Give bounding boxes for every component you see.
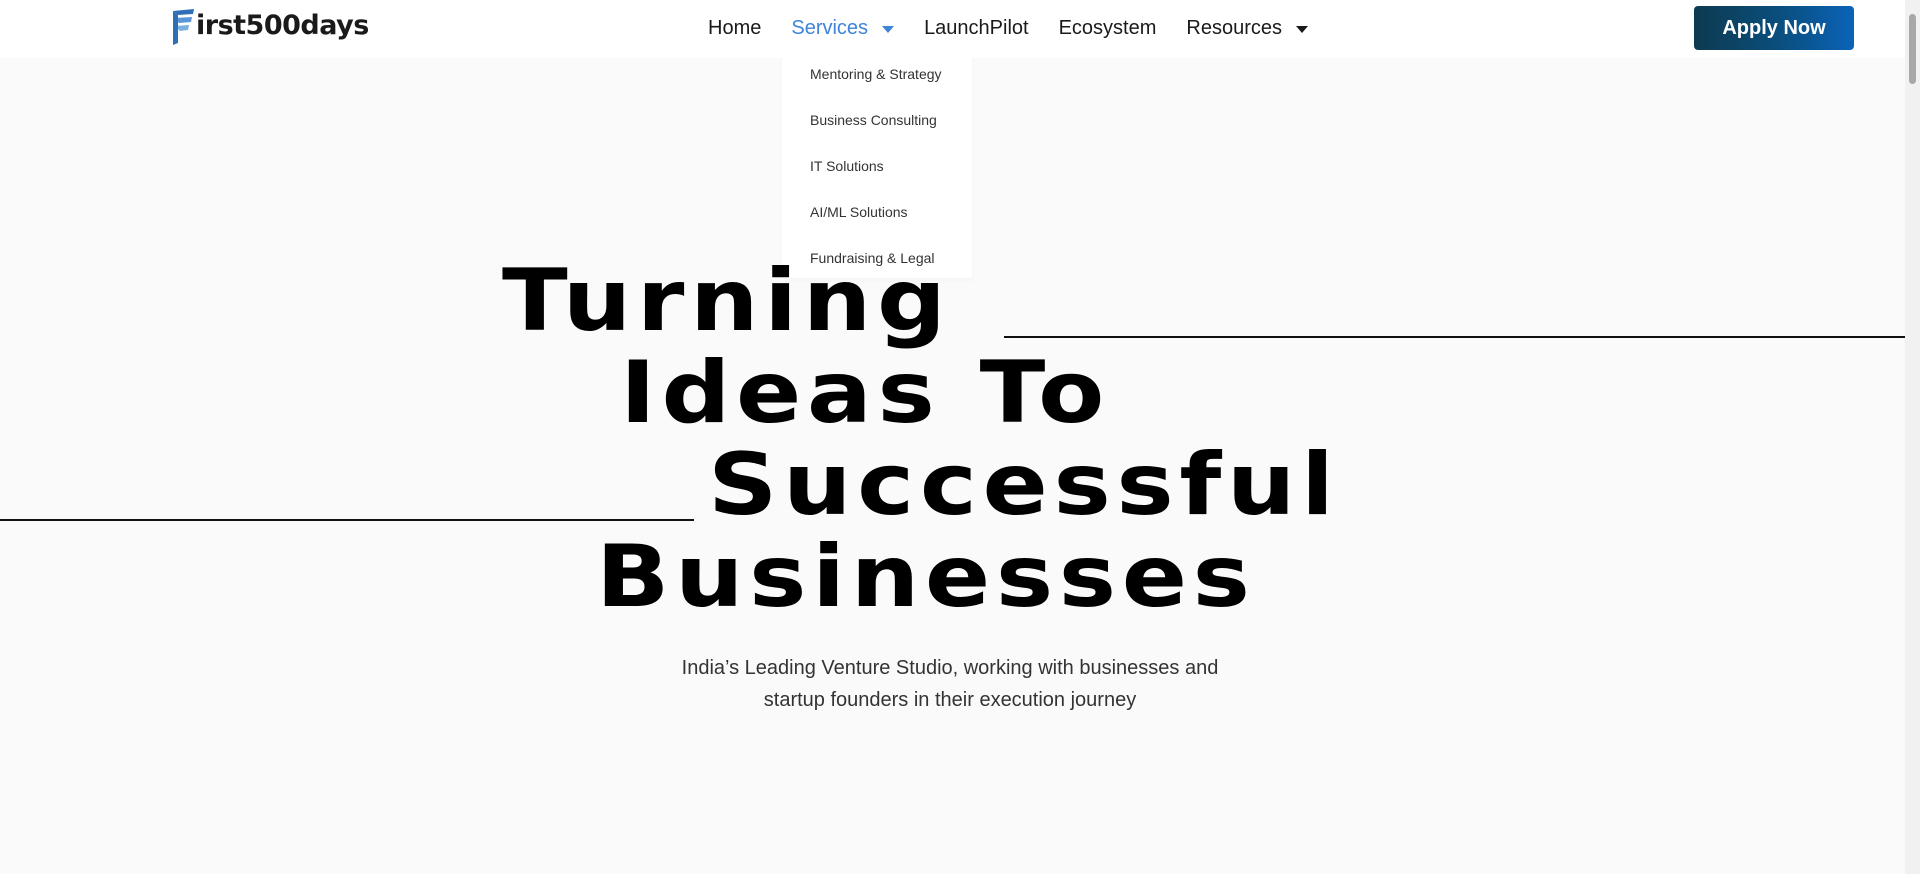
page-scrollbar[interactable] — [1905, 0, 1920, 874]
hero-subtitle-line-2: startup founders in their execution jour… — [763, 689, 1137, 711]
hero-heading-line-1: Turning — [502, 251, 952, 351]
site-header: irst500days Home Services LaunchPilot Ec… — [0, 0, 1905, 58]
nav-launchpilot-label: LaunchPilot — [924, 16, 1029, 39]
chevron-down-icon — [882, 25, 895, 33]
chevron-down-icon — [1296, 25, 1309, 33]
main-nav: Home Services LaunchPilot Ecosystem Reso… — [708, 0, 1309, 56]
nav-home-label: Home — [708, 16, 762, 39]
hero-heading-line-2: Ideas To — [620, 343, 1110, 443]
nav-resources[interactable]: Resources — [1186, 16, 1309, 40]
scrollbar-thumb[interactable] — [1909, 14, 1916, 84]
dropdown-item-it-solutions[interactable]: IT Solutions — [810, 158, 884, 174]
hero-subtitle: India’s Leading Venture Studio, working … — [560, 652, 1340, 716]
services-dropdown-menu: Mentoring & Strategy Business Consulting… — [782, 56, 972, 278]
decorative-rule-left — [0, 519, 694, 521]
nav-home[interactable]: Home — [708, 17, 761, 40]
nav-launchpilot[interactable]: LaunchPilot — [924, 17, 1029, 40]
nav-services-label: Services — [791, 16, 869, 39]
dropdown-item-business-consulting[interactable]: Business Consulting — [810, 112, 937, 128]
dropdown-item-ai-ml-solutions[interactable]: AI/ML Solutions — [810, 204, 908, 220]
hero-heading-line-4: Businesses — [596, 527, 1256, 627]
nav-resources-label: Resources — [1186, 16, 1283, 39]
nav-ecosystem[interactable]: Ecosystem — [1059, 17, 1157, 40]
first500days-logo-icon — [173, 9, 194, 45]
decorative-rule-right — [1004, 336, 1905, 338]
nav-services[interactable]: Services — [791, 16, 895, 40]
hero-subtitle-line-1: India’s Leading Venture Studio, working … — [681, 657, 1219, 679]
brand-name: irst500days — [196, 9, 369, 41]
apply-now-button[interactable]: Apply Now — [1694, 6, 1854, 50]
brand-logo[interactable]: irst500days — [170, 4, 369, 46]
nav-ecosystem-label: Ecosystem — [1058, 16, 1157, 39]
page: irst500days Home Services LaunchPilot Ec… — [0, 0, 1920, 874]
dropdown-item-mentoring-strategy[interactable]: Mentoring & Strategy — [810, 66, 942, 82]
hero-heading-line-3: Successful — [708, 435, 1340, 535]
